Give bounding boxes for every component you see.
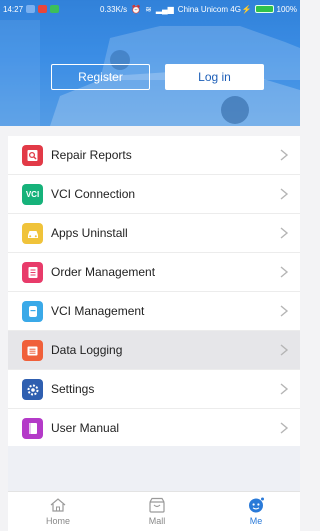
order-icon [22,262,43,283]
chevron-right-icon [280,188,289,200]
battery-level: 100% [276,4,297,14]
chevron-right-icon [280,344,289,356]
tab-mall[interactable]: Mall [127,492,187,531]
car-icon [22,223,43,244]
alarm-icon: ⏰ [131,4,142,14]
gear-icon [22,379,43,400]
vci-management-icon [22,301,43,322]
wifi-icon: ≋ [145,4,152,14]
chevron-right-icon [280,383,289,395]
data-logging-icon [22,340,43,361]
menu-item-vci-management[interactable]: VCI Management [8,292,300,331]
menu-item-vci-connection[interactable]: VCI VCI Connection [8,175,300,214]
vci-icon: VCI [22,184,43,205]
tab-home-label: Home [45,516,70,526]
menu-item-label: Data Logging [51,343,123,357]
menu-item-label: User Manual [51,421,120,435]
tab-home[interactable]: Home [28,492,88,531]
menu-item-user-manual[interactable]: User Manual [8,409,300,448]
notification-icon [26,5,36,13]
menu-item-order-management[interactable]: Order Management [8,253,300,292]
menu-item-label: VCI Management [51,304,145,318]
register-button[interactable]: Register [51,64,150,90]
menu-item-data-logging[interactable]: Data Logging [8,331,300,370]
repair-report-icon [22,145,43,166]
settings-menu: Repair Reports VCI VCI Connection Apps U… [8,136,300,448]
chevron-right-icon [280,305,289,317]
profile-face-icon [249,497,264,513]
notification-icon [50,5,60,13]
status-time: 14:27 [3,4,24,14]
menu-item-label: Repair Reports [51,148,132,162]
charging-icon: ⚡ [241,4,252,14]
status-bar: 14:27 0.33K/s ⏰ ≋ ▂▄▆ China Unicom 4G ⚡ … [0,0,300,18]
profile-header: 14:27 0.33K/s ⏰ ≋ ▂▄▆ China Unicom 4G ⚡ … [0,0,300,126]
menu-item-label: Order Management [51,265,156,279]
notification-icon [38,5,48,13]
chevron-right-icon [280,227,289,239]
chevron-right-icon [280,266,289,278]
empty-area [8,446,300,491]
book-icon [22,418,43,439]
menu-item-repair-reports[interactable]: Repair Reports [8,136,300,175]
menu-item-label: Settings [51,382,95,396]
menu-item-label: VCI Connection [51,187,136,201]
carrier-name: China Unicom 4G [177,4,241,14]
tab-me-label: Me [249,516,263,526]
network-speed: 0.33K/s [100,4,128,14]
login-button[interactable]: Log in [165,64,264,90]
menu-item-apps-uninstall[interactable]: Apps Uninstall [8,214,300,253]
vci-icon-text: VCI [25,190,40,199]
battery-icon [254,5,274,13]
chevron-right-icon [280,422,289,434]
menu-item-label: Apps Uninstall [51,226,128,240]
home-icon [50,498,66,512]
bottom-tab-bar: Home Mall Me [8,491,300,531]
car-photo-background [0,0,300,126]
signal-icon: ▂▄▆ [155,4,174,14]
chevron-right-icon [280,149,289,161]
shop-icon [149,497,165,513]
tab-me[interactable]: Me [226,492,286,531]
tab-mall-label: Mall [148,516,166,526]
menu-item-settings[interactable]: Settings [8,370,300,409]
